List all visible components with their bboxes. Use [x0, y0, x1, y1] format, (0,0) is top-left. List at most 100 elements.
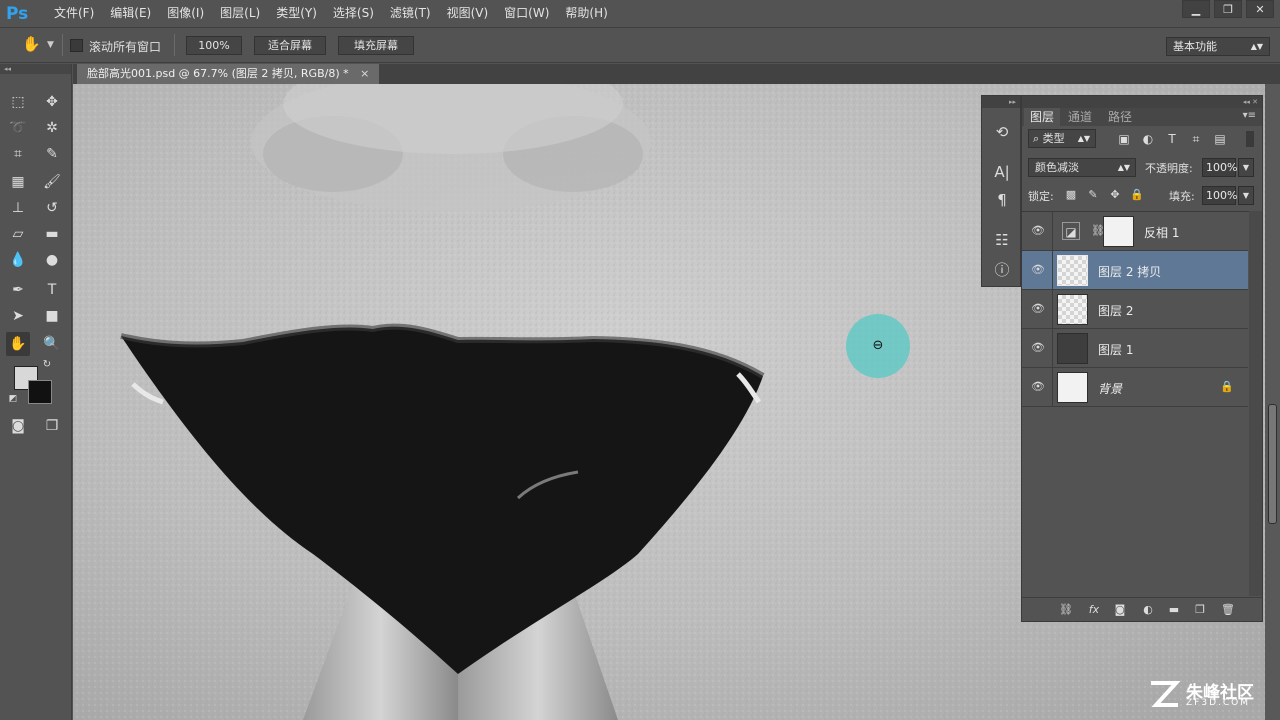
workspace-select[interactable]: 基本功能 ▲▼: [1166, 37, 1270, 56]
menu-file[interactable]: 文件(F): [46, 0, 102, 27]
scroll-all-windows-checkbox[interactable]: [70, 39, 83, 52]
link-layers-icon[interactable]: ⛓: [1058, 602, 1074, 618]
quick-mask-icon[interactable]: ◙: [6, 414, 30, 438]
collapse-icon[interactable]: ◂◂: [0, 64, 71, 74]
background-color-swatch[interactable]: [28, 380, 52, 404]
tab-paths[interactable]: 路径: [1102, 108, 1138, 126]
tool-preset-chevron-down-icon[interactable]: ▼: [47, 40, 54, 50]
close-icon[interactable]: ×: [360, 67, 369, 80]
close-button[interactable]: ✕: [1246, 0, 1274, 18]
info-panel-icon[interactable]: ⓘ: [990, 258, 1014, 282]
new-adjustment-layer-icon[interactable]: ◐: [1140, 602, 1156, 618]
eyedropper-tool-icon[interactable]: ✎: [40, 142, 64, 166]
eraser-tool-icon[interactable]: ▱: [6, 222, 30, 246]
filter-pixel-icon[interactable]: ▣: [1116, 131, 1132, 147]
lock-all-icon[interactable]: 🔒: [1130, 188, 1144, 202]
screen-mode-icon[interactable]: ❐: [40, 414, 64, 438]
opacity-chevron-down-icon[interactable]: ▼: [1238, 158, 1254, 177]
character-panel-icon[interactable]: A|: [990, 160, 1014, 184]
lasso-tool-icon[interactable]: ➰: [6, 116, 30, 140]
blend-mode-select[interactable]: 颜色减淡 ▲▼: [1028, 158, 1136, 177]
trash-icon[interactable]: 🗑: [1220, 602, 1236, 618]
menu-filter[interactable]: 滤镜(T): [382, 0, 439, 27]
path-selection-tool-icon[interactable]: ➤: [6, 304, 30, 328]
layer-row[interactable]: 👁 图层 2 拷贝: [1022, 251, 1248, 290]
filter-toggle[interactable]: [1246, 131, 1254, 147]
fill-chevron-down-icon[interactable]: ▼: [1238, 186, 1254, 205]
menu-layer[interactable]: 图层(L): [212, 0, 268, 27]
layer-name: 图层 1: [1098, 343, 1134, 357]
menu-type[interactable]: 类型(Y): [268, 0, 325, 27]
dodge-tool-icon[interactable]: ●: [40, 248, 64, 272]
menu-window[interactable]: 窗口(W): [496, 0, 557, 27]
lock-position-icon[interactable]: ✥: [1108, 188, 1122, 202]
layer-mask-thumbnail[interactable]: [1103, 216, 1134, 247]
swap-colors-icon[interactable]: ↻: [40, 358, 54, 372]
hand-tool-icon[interactable]: ✋: [6, 332, 30, 356]
pen-tool-icon[interactable]: ✒: [6, 278, 30, 302]
tab-channels[interactable]: 通道: [1062, 108, 1098, 126]
clone-stamp-tool-icon[interactable]: ⊥: [6, 196, 30, 220]
type-tool-icon[interactable]: T: [40, 278, 64, 302]
lock-transparent-icon[interactable]: ▩: [1064, 188, 1078, 202]
move-tool-icon[interactable]: ✥: [40, 90, 64, 114]
blur-tool-icon[interactable]: 💧: [6, 248, 30, 272]
default-colors-icon[interactable]: ◩: [6, 392, 20, 406]
filter-adjustment-icon[interactable]: ◐: [1140, 131, 1156, 147]
panel-menu-icon[interactable]: ▾≡: [1243, 110, 1256, 121]
scrollbar-thumb[interactable]: [1268, 404, 1277, 524]
workspace-value: 基本功能: [1173, 40, 1217, 53]
layer-row[interactable]: 👁 ◪ ⛓ 反相 1: [1022, 212, 1248, 251]
fill-screen-button[interactable]: 填充屏幕: [338, 36, 414, 55]
new-layer-icon[interactable]: ❐: [1192, 602, 1208, 618]
lock-image-icon[interactable]: ✎: [1086, 188, 1100, 202]
hand-icon[interactable]: ✋: [22, 35, 42, 55]
visibility-eye-icon[interactable]: 👁: [1030, 263, 1046, 277]
menu-view[interactable]: 视图(V): [439, 0, 497, 27]
paragraph-panel-icon[interactable]: ¶: [990, 188, 1014, 212]
layer-row[interactable]: 👁 图层 2: [1022, 290, 1248, 329]
document-tab-bar: 脸部高光001.psd @ 67.7% (图层 2 拷贝, RGB/8) * ×: [73, 64, 1280, 84]
tab-layers[interactable]: 图层: [1024, 108, 1061, 126]
crop-tool-icon[interactable]: ⌗: [6, 142, 30, 166]
fit-screen-button[interactable]: 适合屏幕: [254, 36, 326, 55]
layer-thumbnail: [1057, 255, 1088, 286]
expand-icon[interactable]: ▸▸: [982, 96, 1020, 108]
properties-panel-icon[interactable]: ☷: [990, 228, 1014, 252]
gradient-tool-icon[interactable]: ▬: [40, 222, 64, 246]
magic-wand-tool-icon[interactable]: ✲: [40, 116, 64, 140]
layers-scrollbar[interactable]: [1249, 211, 1262, 596]
document-tab[interactable]: 脸部高光001.psd @ 67.7% (图层 2 拷贝, RGB/8) * ×: [77, 64, 380, 84]
filter-shape-icon[interactable]: ⌗: [1188, 131, 1204, 147]
marquee-tool-icon[interactable]: ⬚: [6, 90, 30, 114]
history-panel-icon[interactable]: ⟲: [990, 120, 1014, 144]
layer-row[interactable]: 👁 背景 🔒: [1022, 368, 1248, 407]
rectangle-tool-icon[interactable]: ■: [40, 304, 64, 328]
filter-type-icon[interactable]: T: [1164, 131, 1180, 147]
blend-mode-value: 颜色减淡: [1035, 161, 1079, 174]
visibility-eye-icon[interactable]: 👁: [1030, 224, 1046, 238]
opacity-input[interactable]: 100%: [1202, 158, 1237, 177]
zoom-tool-icon[interactable]: 🔍: [40, 332, 64, 356]
menu-image[interactable]: 图像(I): [159, 0, 212, 27]
brush-tool-icon[interactable]: 🖌: [40, 170, 64, 194]
vertical-scrollbar[interactable]: [1265, 84, 1280, 720]
visibility-eye-icon[interactable]: 👁: [1030, 302, 1046, 316]
zoom-100-button[interactable]: 100%: [186, 36, 242, 55]
menu-select[interactable]: 选择(S): [325, 0, 382, 27]
new-group-folder-icon[interactable]: ▬: [1166, 602, 1182, 618]
menu-edit[interactable]: 编辑(E): [102, 0, 159, 27]
filter-smart-object-icon[interactable]: ▤: [1212, 131, 1228, 147]
healing-brush-tool-icon[interactable]: ▦: [6, 170, 30, 194]
layer-filter-select[interactable]: ⌕ 类型 ▲▼: [1028, 129, 1096, 148]
visibility-eye-icon[interactable]: 👁: [1030, 341, 1046, 355]
menu-help[interactable]: 帮助(H): [557, 0, 615, 27]
layer-row[interactable]: 👁 图层 1: [1022, 329, 1248, 368]
visibility-eye-icon[interactable]: 👁: [1030, 380, 1046, 394]
restore-button[interactable]: ❐: [1214, 0, 1242, 18]
add-mask-icon[interactable]: ◙: [1112, 602, 1128, 618]
fill-input[interactable]: 100%: [1202, 186, 1237, 205]
minimize-button[interactable]: ▁: [1182, 0, 1210, 18]
layer-style-fx-icon[interactable]: fx: [1086, 602, 1102, 618]
history-brush-tool-icon[interactable]: ↺: [40, 196, 64, 220]
